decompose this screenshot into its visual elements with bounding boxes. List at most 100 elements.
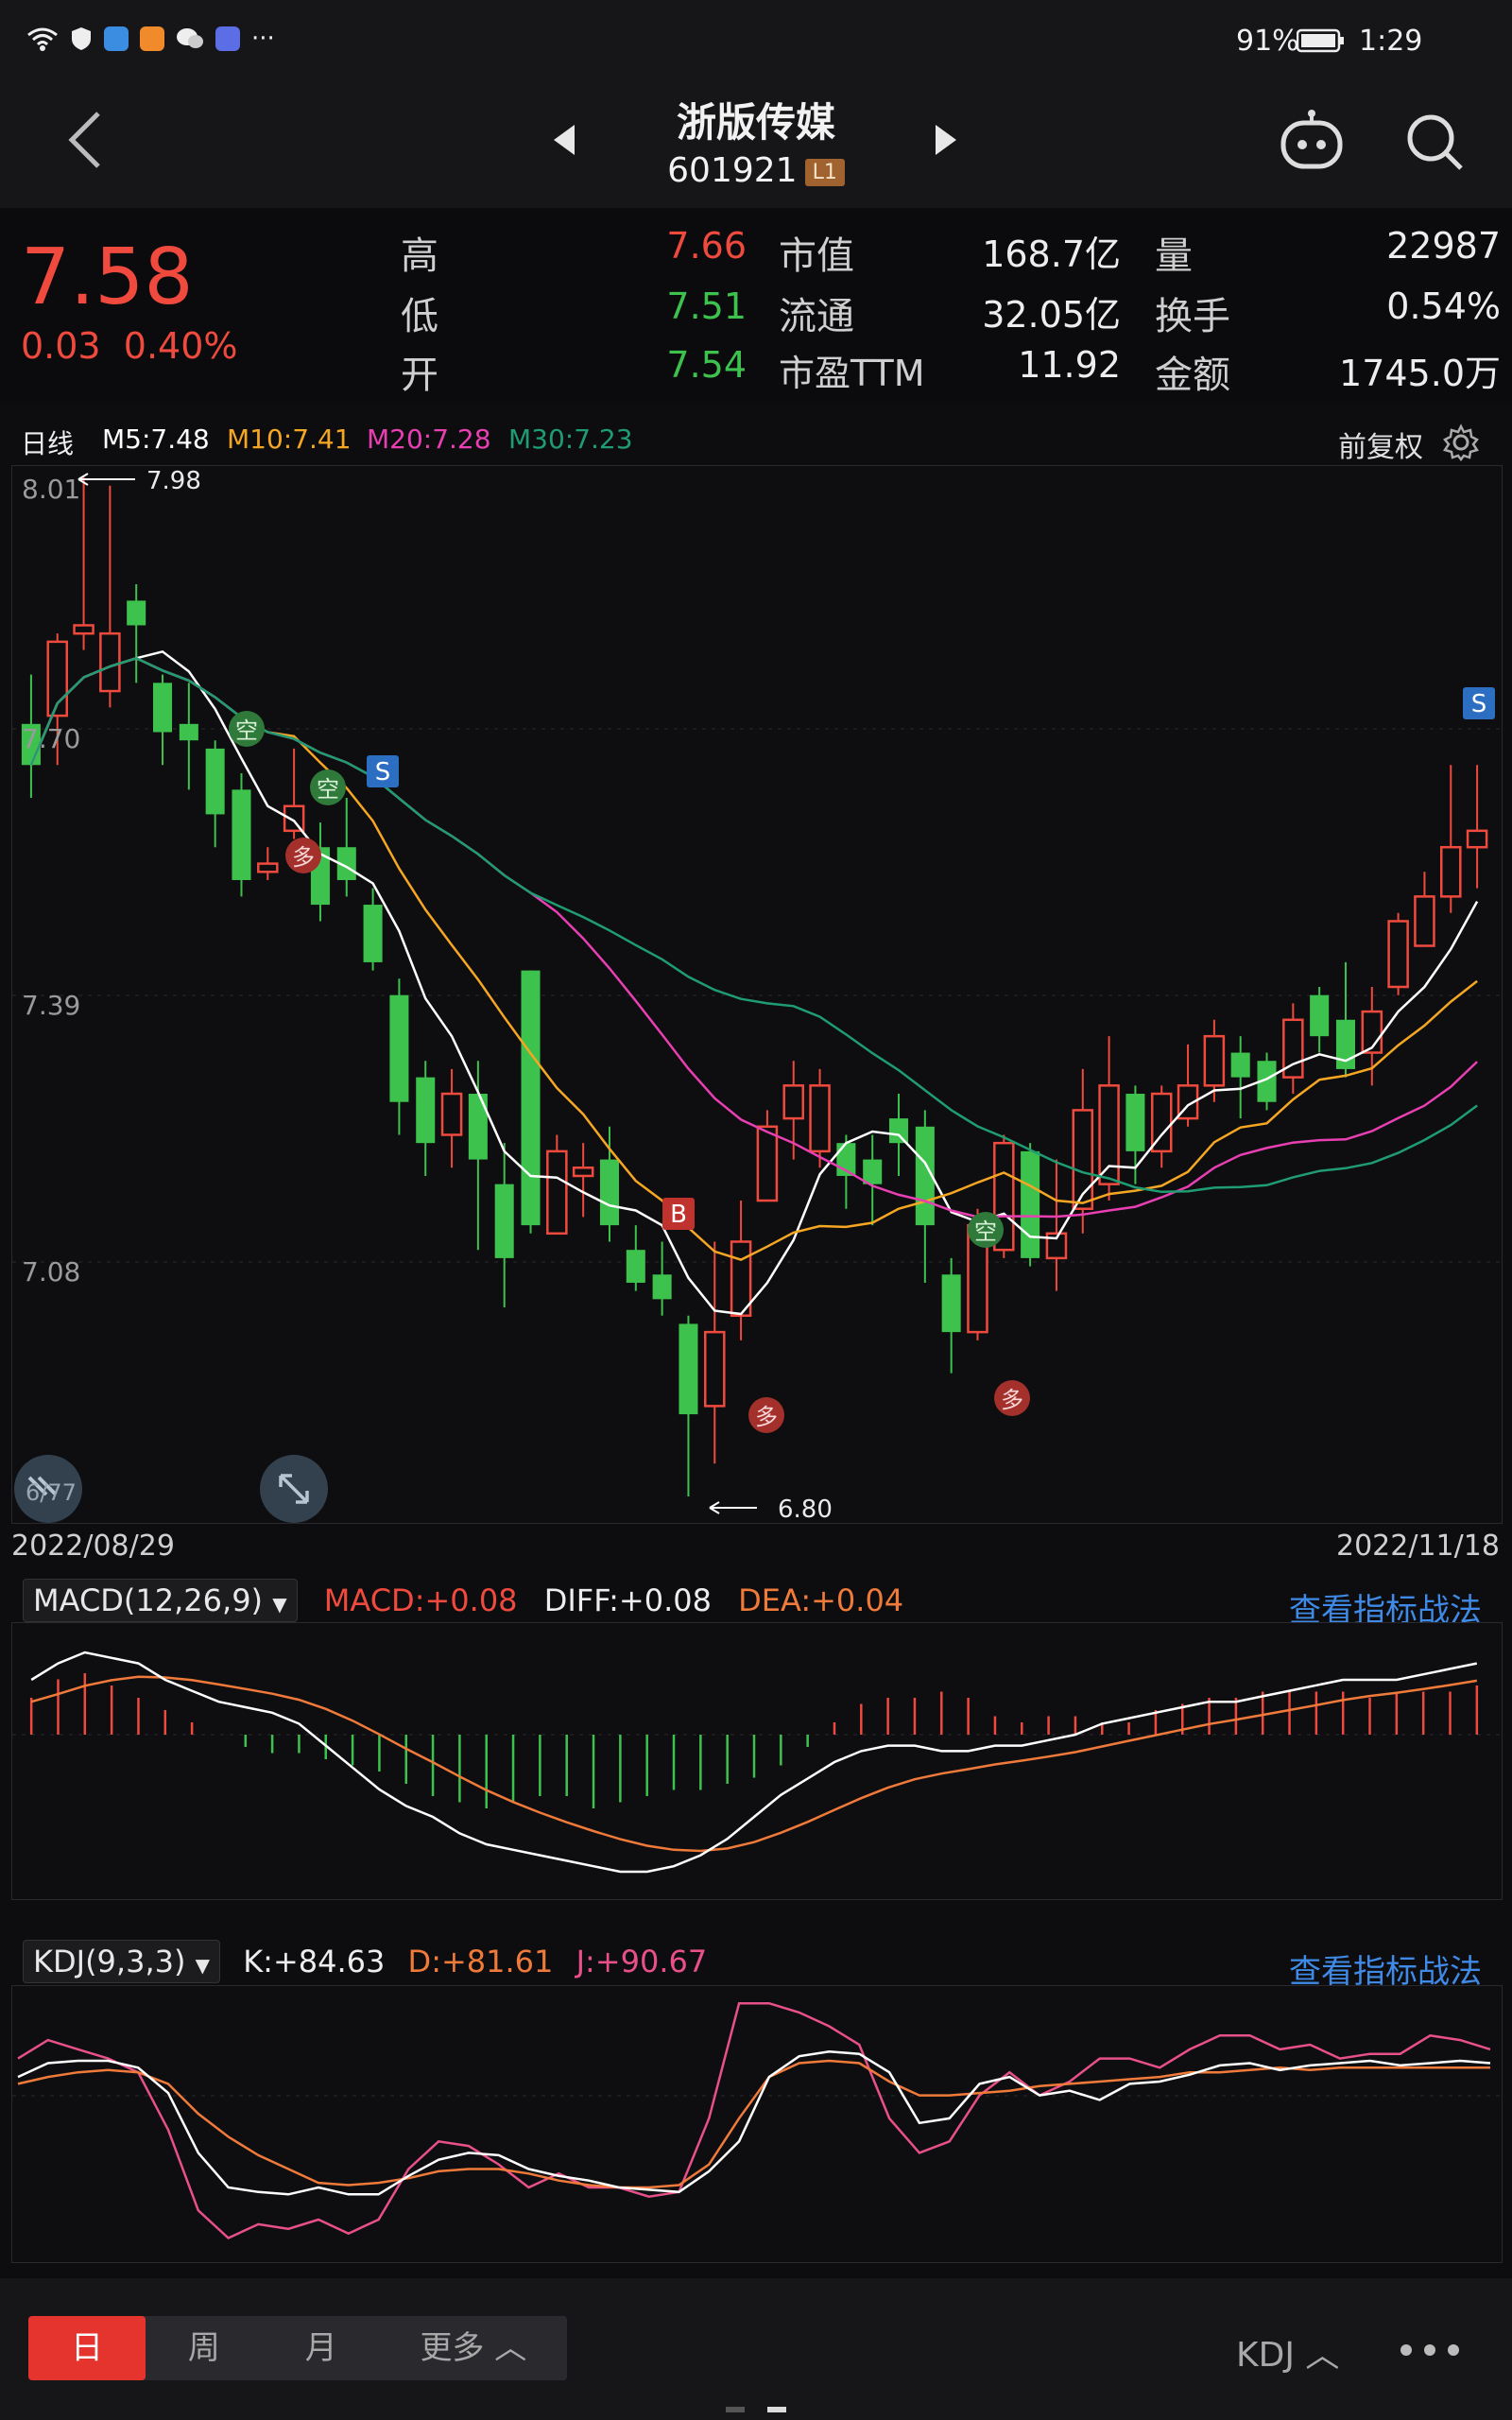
- marker-text: S: [375, 758, 391, 786]
- candle: [363, 888, 383, 971]
- turnover-value: 0.54%: [1386, 285, 1501, 327]
- change-value: 0.03: [21, 325, 101, 367]
- kdj-chart[interactable]: [11, 1985, 1503, 2263]
- candle: [283, 748, 305, 839]
- candle-body: [521, 970, 541, 1226]
- sell-marker[interactable]: S: [1463, 687, 1495, 719]
- ma10-legend: M10:7.41: [227, 424, 352, 455]
- macd-name: MACD(12,26,9): [33, 1582, 264, 1618]
- tab-week[interactable]: 周: [146, 2316, 263, 2380]
- short-marker[interactable]: 空: [229, 711, 265, 747]
- kdj-selector[interactable]: KDJ(9,3,3) ▼: [23, 1940, 221, 1983]
- macd-selector[interactable]: MACD(12,26,9) ▼: [23, 1579, 298, 1622]
- tab-more[interactable]: 更多 ︿: [380, 2316, 567, 2380]
- j-line: [17, 2001, 1491, 2239]
- fullscreen-button[interactable]: [260, 1455, 328, 1523]
- sell-marker[interactable]: S: [367, 755, 399, 787]
- marker-text: 空: [235, 717, 258, 744]
- collapse-button[interactable]: 6/77: [14, 1455, 82, 1523]
- candle: [310, 822, 330, 922]
- candle: [521, 970, 541, 1234]
- wechat-icon: [177, 28, 203, 48]
- dropdown-icon: ▼: [272, 1593, 287, 1616]
- high-value: 7.66: [666, 225, 747, 267]
- search-icon[interactable]: [1404, 112, 1465, 172]
- candle-body: [179, 723, 198, 741]
- candle-body: [232, 789, 251, 880]
- page-indicator-active: [767, 2407, 786, 2412]
- macd-chart[interactable]: [11, 1622, 1503, 1900]
- ma5-legend: M5:7.48: [102, 424, 210, 455]
- battery-icon: [1297, 28, 1344, 53]
- shield-icon: [72, 27, 91, 50]
- candle-body: [782, 1084, 804, 1120]
- candle: [416, 1061, 436, 1176]
- candle-body: [153, 683, 173, 733]
- settings-gear-icon[interactable]: [1442, 424, 1480, 461]
- marker-text: 多: [755, 1404, 778, 1430]
- price-change: 0.03 0.40%: [21, 325, 238, 367]
- min-price-label: 6.80: [778, 1495, 833, 1523]
- period-label: 日线: [21, 428, 75, 459]
- candle-body: [99, 631, 121, 693]
- kdj-header: KDJ(9,3,3) ▼ K:+84.63 D:+81.61 J:+90.67: [23, 1940, 708, 1983]
- candle: [179, 683, 198, 790]
- level-badge: L1: [804, 158, 845, 186]
- page-indicator: [726, 2407, 745, 2412]
- candle: [1387, 912, 1409, 995]
- end-date: 2022/11/18: [1336, 1530, 1500, 1563]
- candle-body: [756, 1125, 779, 1202]
- y-tick-label: 7.08: [22, 1256, 80, 1288]
- kdj-svg: [12, 2001, 1502, 2239]
- amount-value: 1745.0万: [1339, 353, 1501, 394]
- candle: [99, 485, 121, 708]
- wifi-icon: [27, 27, 58, 51]
- y-tick-label: 7.70: [22, 723, 80, 754]
- change-percent: 0.40%: [123, 325, 238, 367]
- candle: [1021, 1143, 1040, 1267]
- long-marker[interactable]: 多: [994, 1380, 1030, 1416]
- short-marker[interactable]: 空: [310, 769, 346, 805]
- long-marker[interactable]: 多: [285, 838, 321, 873]
- candle-body: [809, 1084, 831, 1153]
- short-marker[interactable]: 空: [968, 1212, 1004, 1248]
- marker-text: 空: [317, 776, 339, 803]
- market-cap-value: 168.7亿: [982, 233, 1121, 275]
- candle: [389, 978, 409, 1135]
- tab-more-label: 更多: [420, 2329, 485, 2367]
- candle-body: [941, 1274, 961, 1333]
- diff-value: DIFF:+0.08: [543, 1582, 712, 1618]
- candle: [730, 1201, 752, 1340]
- candle-body: [363, 905, 383, 962]
- marker-text: 空: [974, 1219, 997, 1245]
- buy-marker[interactable]: B: [662, 1198, 695, 1230]
- ribbon-text: 6/77: [26, 1479, 77, 1506]
- long-marker[interactable]: 多: [748, 1397, 784, 1433]
- indicator-switch[interactable]: KDJ ︿: [1236, 2327, 1339, 2377]
- candle-body: [73, 624, 94, 635]
- candle: [1440, 765, 1462, 913]
- robot-assistant-icon[interactable]: [1278, 110, 1346, 170]
- tab-month[interactable]: 月: [263, 2316, 380, 2380]
- adjust-mode[interactable]: 前复权: [1338, 424, 1423, 465]
- candlestick-chart[interactable]: 8.01 7.70 7.39 7.08 7.98 6.80 空 空 多 S B …: [11, 465, 1503, 1524]
- volume-value: 22987: [1386, 225, 1501, 267]
- tab-day[interactable]: 日: [28, 2316, 146, 2380]
- video-app-icon: [140, 26, 164, 51]
- open-label: 开: [401, 354, 438, 397]
- candle: [546, 1134, 568, 1236]
- max-price-label: 7.98: [146, 467, 201, 495]
- candle: [232, 772, 251, 897]
- dea-value: DEA:+0.04: [738, 1582, 904, 1618]
- j-value: J:+90.67: [576, 1944, 708, 1979]
- candle: [1466, 765, 1488, 889]
- more-options-icon[interactable]: [1399, 2341, 1461, 2360]
- float-cap-value: 32.05亿: [982, 294, 1121, 336]
- candle-body: [889, 1118, 909, 1144]
- indicator-label: KDJ: [1236, 2336, 1295, 2375]
- candle: [1282, 1003, 1304, 1095]
- candle-body: [704, 1330, 726, 1408]
- marker-text: B: [670, 1201, 687, 1229]
- candle: [863, 1134, 883, 1226]
- kdj-name: KDJ(9,3,3): [33, 1944, 186, 1979]
